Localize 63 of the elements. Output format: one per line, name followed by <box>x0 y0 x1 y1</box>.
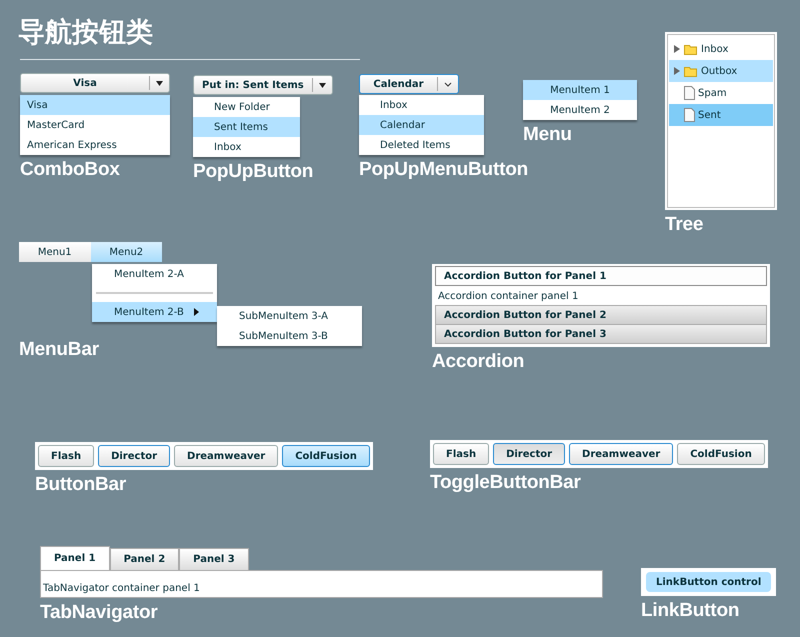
accordion-header[interactable]: Accordion Button for Panel 2 <box>435 305 767 325</box>
bar-button[interactable]: Director <box>493 443 566 465</box>
menu-item[interactable]: Visa <box>20 95 170 115</box>
combo-box[interactable]: Visa <box>20 73 170 93</box>
menu-item[interactable]: MenuItem 2-B <box>92 302 217 322</box>
menu-item[interactable]: MasterCard <box>20 115 170 135</box>
tree-item[interactable]: Outbox <box>669 60 773 82</box>
bar-button[interactable]: Dreamweaver <box>174 445 278 467</box>
menu-item[interactable]: American Express <box>20 135 170 155</box>
control-caption: PopUpMenuButton <box>359 159 528 181</box>
caret-icon <box>318 82 326 88</box>
collapsed-arrow-icon[interactable] <box>673 45 681 53</box>
control-caption: ComboBox <box>20 159 120 181</box>
menu-item[interactable]: MenuItem 1 <box>523 80 637 100</box>
menu-item[interactable]: MenuItem 2-A <box>92 264 217 284</box>
menu-item[interactable]: MenuItem 2 <box>523 100 637 120</box>
link-button[interactable]: LinkButton control <box>646 572 772 592</box>
control-caption: PopUpButton <box>193 161 314 183</box>
control-caption: ToggleButtonBar <box>430 472 581 494</box>
bar-button[interactable]: ColdFusion <box>677 443 765 465</box>
control-caption: Tree <box>665 214 704 236</box>
tab[interactable]: Panel 1 <box>40 546 110 570</box>
tab[interactable]: Panel 2 <box>110 548 180 570</box>
menu-item[interactable]: SubMenuItem 3-A <box>217 306 362 326</box>
control-caption: ButtonBar <box>35 474 126 496</box>
tree-item[interactable]: Sent <box>669 104 773 126</box>
menu-item[interactable]: Sent Items <box>193 117 300 137</box>
popup-menu-button[interactable]: Calendar <box>359 74 459 94</box>
menu-item[interactable]: Inbox <box>359 95 484 115</box>
tree-item[interactable]: Inbox <box>669 38 773 60</box>
menu-item[interactable]: Calendar <box>359 115 484 135</box>
menu-bar-item[interactable]: Menu1 <box>19 242 90 262</box>
menu-bar-item[interactable]: Menu2 <box>90 242 162 262</box>
tab[interactable]: Panel 3 <box>179 548 249 570</box>
chevron-down-icon <box>444 82 452 86</box>
bar-button[interactable]: ColdFusion <box>282 445 370 467</box>
bar-button[interactable]: Flash <box>433 443 490 465</box>
panel-text: Accordion container panel 1 <box>437 290 580 304</box>
control-caption: TabNavigator <box>40 602 158 624</box>
submenu-arrow-icon <box>194 308 199 316</box>
document-icon <box>684 108 695 122</box>
page-title: 导航按钮类 <box>18 16 153 50</box>
menu-item[interactable]: Deleted Items <box>359 135 484 155</box>
caret-icon <box>156 80 163 86</box>
document-icon <box>684 86 695 100</box>
accordion-header[interactable]: Accordion Button for Panel 1 <box>435 266 767 286</box>
control-caption: Menu <box>523 124 572 146</box>
folder-icon <box>684 66 698 76</box>
control-caption: MenuBar <box>19 339 99 361</box>
bar-button[interactable]: Dreamweaver <box>569 443 674 465</box>
popup-button[interactable]: Put in: Sent Items <box>193 75 333 95</box>
menu-item[interactable]: Inbox <box>193 137 300 157</box>
collapsed-arrow-icon[interactable] <box>673 67 681 75</box>
bar-button[interactable]: Flash <box>38 445 94 467</box>
control-caption: Accordion <box>432 351 524 373</box>
panel-text: TabNavigator container panel 1 <box>43 583 200 594</box>
bar-button[interactable]: Director <box>98 445 170 467</box>
menu-item[interactable]: SubMenuItem 3-B <box>217 326 362 346</box>
menu-item[interactable]: New Folder <box>193 97 300 117</box>
control-caption: LinkButton <box>641 600 740 622</box>
folder-icon <box>684 44 698 54</box>
accordion-header[interactable]: Accordion Button for Panel 3 <box>435 324 767 344</box>
tree-item[interactable]: Spam <box>669 82 773 104</box>
